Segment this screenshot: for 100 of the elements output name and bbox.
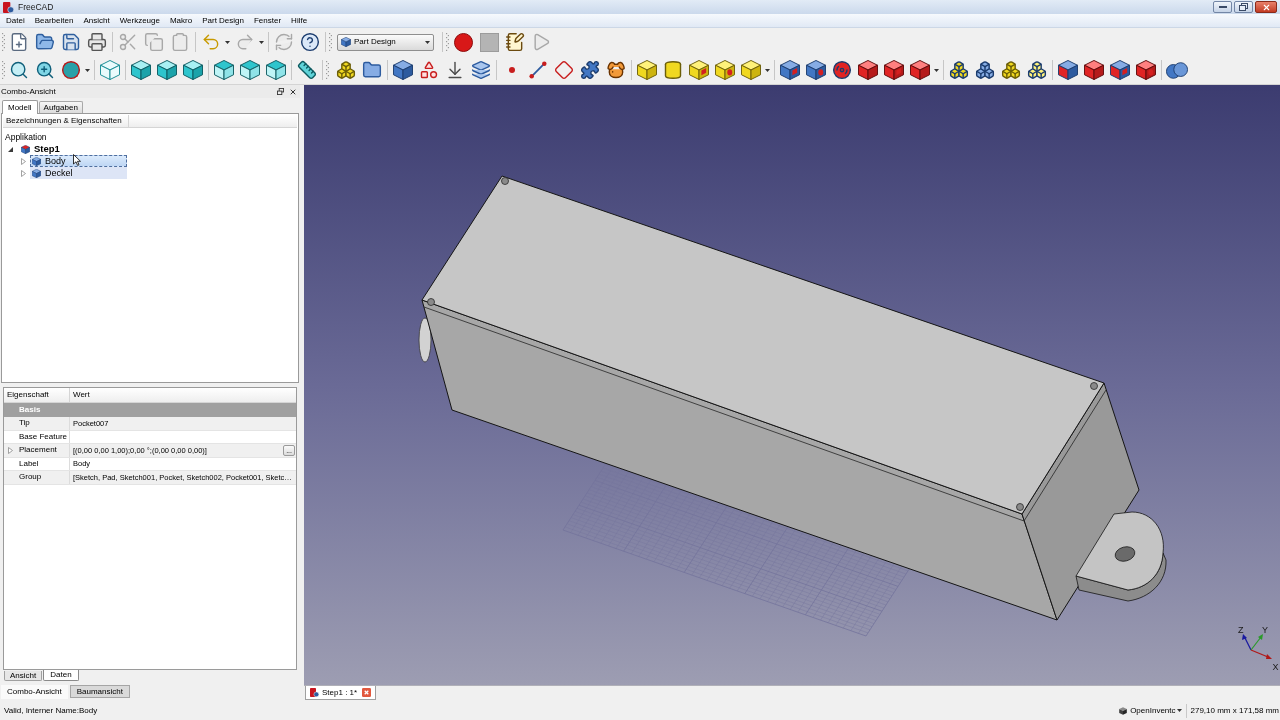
grip-icon[interactable] <box>446 33 449 51</box>
menu-item[interactable]: Ansicht <box>78 16 115 25</box>
column-header[interactable]: Wert <box>70 388 90 402</box>
line-icon[interactable] <box>529 61 547 79</box>
save-icon[interactable] <box>61 32 81 52</box>
minimize-icon <box>1218 6 1227 8</box>
spheres-icon[interactable] <box>1166 61 1188 79</box>
no-entry-icon[interactable] <box>61 60 81 80</box>
boxes-icon[interactable] <box>336 60 356 80</box>
magnifier-icon[interactable] <box>35 60 55 80</box>
boxes-icon[interactable] <box>949 60 969 80</box>
window-title: FreeCAD <box>18 2 54 12</box>
download-icon[interactable] <box>445 60 465 80</box>
restore-icon <box>1239 3 1248 11</box>
menu-item[interactable]: Bearbeiten <box>29 16 79 25</box>
new-file-icon[interactable] <box>9 32 29 52</box>
menu-item[interactable]: Hilfe <box>286 16 313 25</box>
cube-icon[interactable] <box>341 37 351 47</box>
property-name: Label <box>16 457 70 470</box>
renderer-dropdown[interactable]: OpenInventc <box>1130 706 1182 715</box>
layers-icon[interactable] <box>471 60 491 80</box>
grip-icon[interactable] <box>326 61 329 79</box>
mouse-cursor-icon <box>73 154 81 166</box>
block-icon[interactable] <box>858 60 878 80</box>
diamond-icon[interactable] <box>554 60 574 80</box>
help-icon[interactable] <box>300 32 320 52</box>
disc-icon[interactable] <box>832 60 852 80</box>
3d-viewport[interactable]: Z Y X <box>304 85 1280 685</box>
app-logo-icon <box>3 1 14 13</box>
column-header[interactable]: Eigenschaft <box>4 388 70 402</box>
cube-icon[interactable] <box>266 60 286 80</box>
cube-icon[interactable] <box>157 60 177 80</box>
block-icon[interactable] <box>1058 60 1078 80</box>
menu-item[interactable]: Fenster <box>249 16 287 25</box>
tree-item[interactable]: Body <box>30 155 127 167</box>
shapes-icon[interactable] <box>419 60 439 80</box>
boxes-icon[interactable] <box>975 60 995 80</box>
menu-item[interactable]: Makro <box>164 16 198 25</box>
boxes-icon[interactable] <box>1001 60 1021 80</box>
tab[interactable]: Aufgaben <box>38 101 83 113</box>
workbench-dropdown[interactable]: Part Design <box>337 33 434 51</box>
grip-icon[interactable] <box>2 33 5 51</box>
block-icon[interactable] <box>884 60 904 80</box>
caret-icon[interactable] <box>259 40 264 44</box>
block-icon[interactable] <box>1110 60 1130 80</box>
puzzle-icon[interactable] <box>580 60 600 80</box>
boxes-icon[interactable] <box>1027 60 1047 80</box>
app-logo-icon <box>310 688 319 697</box>
cube-icon[interactable] <box>100 60 120 80</box>
notepad-pencil-icon[interactable] <box>505 32 525 52</box>
undock-icon[interactable] <box>277 88 284 95</box>
block-icon[interactable] <box>1136 60 1156 80</box>
dog-icon[interactable] <box>606 60 626 80</box>
tab[interactable]: Daten <box>43 670 79 681</box>
restore-button[interactable] <box>1234 1 1253 13</box>
cube-icon[interactable] <box>240 60 260 80</box>
ruler-icon[interactable] <box>297 60 317 80</box>
menu-item[interactable]: Werkzeuge <box>114 16 165 25</box>
tab[interactable]: Baumansicht <box>69 685 130 698</box>
menu-item[interactable]: Datei <box>1 16 30 25</box>
cube-icon[interactable] <box>183 60 203 80</box>
tab[interactable]: Combo-Ansicht <box>1 685 68 699</box>
caret-icon[interactable] <box>765 68 770 72</box>
tree-item[interactable]: Deckel <box>30 167 127 179</box>
folder-icon[interactable] <box>362 60 382 80</box>
tab[interactable]: Modell <box>2 100 38 114</box>
block-icon[interactable] <box>637 60 657 80</box>
close-icon[interactable] <box>289 87 297 96</box>
block-icon[interactable] <box>689 60 709 80</box>
cube-icon <box>21 144 30 154</box>
block-icon[interactable] <box>780 60 800 80</box>
tree-arrow-icon[interactable] <box>8 146 13 152</box>
magnifier-icon[interactable] <box>9 60 29 80</box>
menu-item[interactable]: Part Design <box>197 16 249 25</box>
block-icon[interactable] <box>393 60 413 80</box>
block-icon[interactable] <box>741 60 761 80</box>
caret-icon[interactable] <box>934 68 939 72</box>
record-icon[interactable] <box>453 32 473 52</box>
grip-icon[interactable] <box>2 61 5 79</box>
dot-icon[interactable] <box>509 67 515 73</box>
property-name: Group <box>16 471 70 484</box>
minimize-button[interactable] <box>1213 1 1232 13</box>
document-tab[interactable]: Step1 : 1* <box>305 686 377 700</box>
block-icon[interactable] <box>715 60 735 80</box>
block-icon[interactable] <box>806 60 826 80</box>
grip-icon[interactable] <box>329 33 332 51</box>
tree-item[interactable]: Step1 <box>19 143 64 155</box>
open-folder-icon[interactable] <box>35 32 55 52</box>
cube-icon[interactable] <box>131 60 151 80</box>
axis-label: X <box>1272 662 1279 672</box>
block-icon[interactable] <box>910 60 930 80</box>
printer-icon[interactable] <box>87 32 107 52</box>
cube-icon[interactable] <box>214 60 234 80</box>
caret-icon[interactable] <box>85 68 90 72</box>
block-icon[interactable] <box>1084 60 1104 80</box>
tab[interactable]: Ansicht <box>4 671 43 681</box>
caret-icon[interactable] <box>225 40 230 44</box>
close-button[interactable] <box>1255 1 1277 13</box>
cylinder-icon[interactable] <box>663 60 683 80</box>
axis-triad-icon <box>1242 634 1272 659</box>
